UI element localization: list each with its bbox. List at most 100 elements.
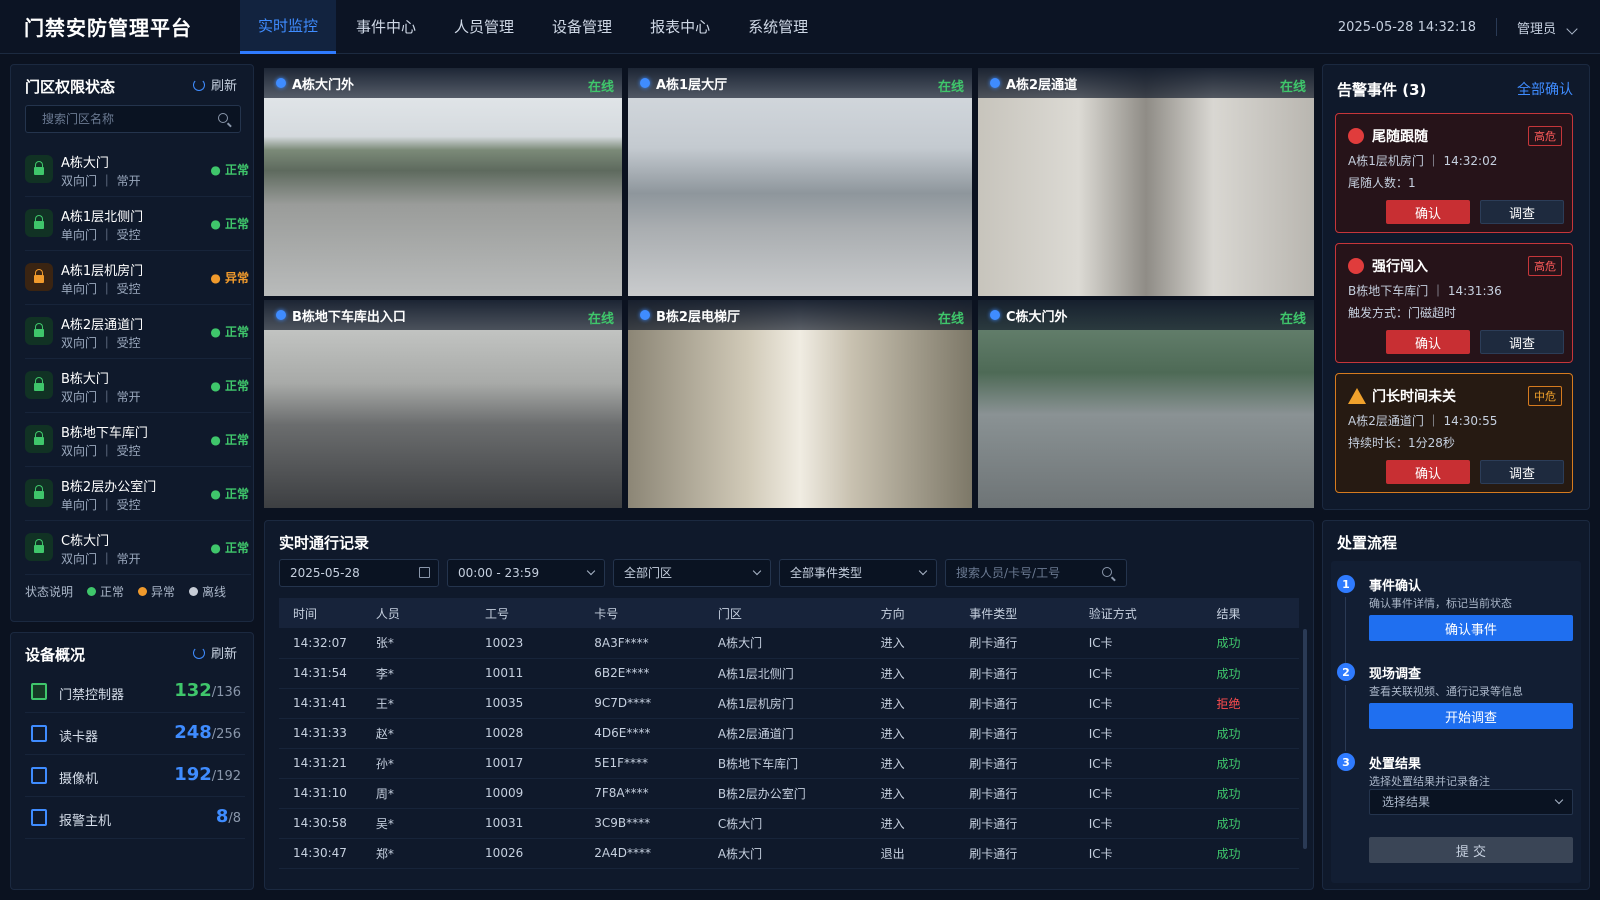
nav-system[interactable]: 系统管理 (730, 0, 826, 54)
camera-header: A栋大门外 (264, 68, 622, 98)
alert-confirm-button[interactable]: 确认 (1386, 330, 1470, 354)
table-cell: 刷卡通行 (969, 658, 1089, 689)
device-item[interactable]: 门禁控制器 132/136 (25, 671, 245, 713)
door-type: 双向门 ｜ 受控 (61, 336, 141, 350)
table-cell: 周* (375, 778, 486, 809)
alert-card[interactable]: 尾随跟随 高危 A栋1层机房门 ｜ 14:32:02 尾随人数：1 确认 调查 (1335, 113, 1573, 233)
nav-reports[interactable]: 报表中心 (632, 0, 728, 54)
alert-card[interactable]: 门长时间未关 中危 A栋2层通道门 ｜ 14:30:55 持续时长：1分28秒 确认 调查 (1335, 373, 1573, 493)
camera-name: A栋1层大厅 (656, 77, 728, 93)
top-bar: 门禁安防管理平台 实时监控 事件中心 人员管理 设备管理 报表中心 系统管理 2… (0, 0, 1600, 54)
table-cell: 14:31:21 (279, 748, 376, 779)
table-row[interactable]: 14:31:33 赵* 10028 4D6E**** A栋2层通道门 进入 刷卡通行 IC卡成… (279, 718, 1299, 749)
refresh-button[interactable]: 刷新 (192, 75, 237, 94)
alert-confirm-button[interactable]: 确认 (1386, 460, 1470, 484)
date-picker[interactable]: 2025-05-28 (279, 559, 439, 587)
camera-status: 在线 (1279, 80, 1306, 95)
alert-investigate-button[interactable]: 调查 (1480, 200, 1564, 224)
table-cell: A栋大门 (717, 838, 881, 869)
door-item[interactable]: C栋大门 双向门 ｜ 常开 ● 正常 (25, 521, 251, 575)
submit-button[interactable]: 提 交 (1369, 837, 1573, 863)
step-action-button[interactable]: 确认事件 (1369, 615, 1573, 641)
process-step: 1 事件确认 确认事件详情，标记当前状态 确认事件 (1337, 575, 1573, 663)
user-menu[interactable]: 管理员 (1517, 18, 1578, 37)
table-row[interactable]: 14:31:21 孙* 10017 5E1F**** B栋地下车库门 进入 刷卡通行 IC卡成… (279, 748, 1299, 779)
table-cell: 进入 (880, 628, 970, 659)
camera-feed[interactable]: A栋大门外 在线 (264, 68, 622, 296)
table-cell: IC卡 (1088, 658, 1217, 689)
camera-feed[interactable]: A栋1层大厅 在线 (628, 68, 972, 296)
alert-investigate-button[interactable]: 调查 (1480, 460, 1564, 484)
table-row[interactable]: 14:30:58 吴* 10031 3C9B**** C栋大门 进入 刷卡通行 IC卡 成功 (279, 808, 1299, 839)
search-icon[interactable] (218, 113, 228, 123)
time-range-select[interactable]: 00:00 - 23:59 (447, 559, 605, 587)
nav-personnel[interactable]: 人员管理 (436, 0, 532, 54)
door-item[interactable]: B栋2层办公室门 单向门 ｜ 受控 ● 正常 (25, 467, 251, 521)
nav-event-center[interactable]: 事件中心 (338, 0, 434, 54)
table-cell: 14:31:33 (279, 718, 376, 749)
table-cell: 孙* (375, 748, 486, 779)
lock-icon (25, 155, 53, 183)
table-cell: 4D6E**** (594, 718, 718, 749)
result-select[interactable]: 选择结果 (1369, 789, 1573, 815)
door-item[interactable]: A栋大门 双向门 ｜ 常开 ● 正常 (25, 143, 251, 197)
table-row[interactable]: 14:31:10 周* 10009 7F8A**** B栋2层办公室门 进入 刷卡通行 IC卡… (279, 778, 1299, 809)
device-total: /256 (211, 727, 241, 742)
table-cell: 刷卡通行 (969, 838, 1089, 869)
step-number: 3 (1337, 753, 1355, 771)
door-item[interactable]: A栋1层机房门 单向门 ｜ 受控 ● 异常 (25, 251, 251, 305)
device-item[interactable]: 报警主机 8/8 (25, 797, 245, 839)
table-cell: 14:31:41 (279, 688, 376, 719)
device-item[interactable]: 摄像机 192/192 (25, 755, 245, 797)
door-item[interactable]: A栋2层通道门 双向门 ｜ 受控 ● 正常 (25, 305, 251, 359)
nav-realtime-monitor[interactable]: 实时监控 (240, 0, 337, 54)
door-status-text: 正常 (224, 217, 249, 231)
door-search-input[interactable]: 搜索门区名称 (25, 105, 241, 133)
camera-feed[interactable]: B栋地下车库出入口 在线 (264, 300, 622, 508)
alarm-icon (1348, 128, 1364, 144)
refresh-button[interactable]: 刷新 (192, 643, 237, 662)
nav-devices[interactable]: 设备管理 (534, 0, 630, 54)
column-header: 人员 (375, 598, 486, 628)
alert-detail: 触发方式：门磁超时 (1348, 306, 1457, 320)
table-cell: B栋2层办公室门 (717, 778, 881, 809)
search-placeholder: 搜索门区名称 (42, 112, 115, 126)
table-row[interactable]: 14:30:47 郑* 10026 2A4D**** A栋大门 退出 刷卡通行 IC卡 成功 (279, 838, 1299, 869)
door-status-panel: 门区权限状态 刷新 搜索门区名称 A栋大门 双向门 ｜ 常开 ● 正常 A栋1层北侧门… (10, 64, 254, 622)
door-item[interactable]: A栋1层北侧门 单向门 ｜ 受控 ● 正常 (25, 197, 251, 251)
table-cell: 14:31:54 (279, 658, 376, 689)
panel-title: 设备概况 (25, 646, 86, 664)
record-search-input[interactable]: 搜索人员/卡号/工号 (945, 559, 1127, 587)
table-cell: A栋大门 (717, 628, 881, 659)
step-action-button[interactable]: 开始调查 (1369, 703, 1573, 729)
device-item[interactable]: 读卡器 248/256 (25, 713, 245, 755)
door-status-text: 正常 (224, 487, 249, 501)
table-cell: 10028 (485, 718, 595, 749)
table-cell: 退出 (880, 838, 970, 869)
calendar-icon (419, 567, 430, 578)
alert-confirm-button[interactable]: 确认 (1386, 200, 1470, 224)
event-type-select[interactable]: 全部事件类型 (779, 559, 937, 587)
alert-investigate-button[interactable]: 调查 (1480, 330, 1564, 354)
datetime: 2025-05-28 14:32:18 (1337, 19, 1476, 35)
confirm-all-button[interactable]: 全部确认 (1517, 79, 1573, 99)
table-scrollbar[interactable] (1303, 629, 1307, 849)
camera-feed[interactable]: C栋大门外 在线 (978, 300, 1314, 508)
search-icon[interactable] (1102, 567, 1112, 577)
device-name: 门禁控制器 (59, 688, 125, 703)
door-item[interactable]: B栋地下车库门 双向门 ｜ 受控 ● 正常 (25, 413, 251, 467)
table-row[interactable]: 14:31:54 李* 10011 6B2E**** A栋1层北侧门 进入 刷卡通行 IC卡成… (279, 658, 1299, 689)
door-name: A栋2层通道门 (61, 318, 144, 333)
table-row[interactable]: 14:31:41 王* 10035 9C7D**** A栋1层机房门 进入 刷卡通行 IC卡拒… (279, 688, 1299, 719)
alert-card[interactable]: 强行闯入 高危 B栋地下车库门 ｜ 14:31:36 触发方式：门磁超时 确认 调查 (1335, 243, 1573, 363)
door-status: ● 正常 (210, 487, 249, 501)
table-cell: C栋大门 (717, 808, 881, 839)
door-filter-select[interactable]: 全部门区 (613, 559, 771, 587)
table-row[interactable]: 14:32:07 张* 10023 8A3F**** A栋大门 进入 刷卡通行 IC卡 成功 (279, 628, 1299, 659)
camera-feed[interactable]: B栋2层电梯厅 在线 (628, 300, 972, 508)
chevron-down-icon (752, 566, 762, 576)
door-item[interactable]: B栋大门 双向门 ｜ 常开 ● 正常 (25, 359, 251, 413)
camera-feed[interactable]: A栋2层通道 在线 (978, 68, 1314, 296)
table-cell: 成功 (1216, 628, 1299, 659)
camera-icon (990, 310, 1000, 320)
